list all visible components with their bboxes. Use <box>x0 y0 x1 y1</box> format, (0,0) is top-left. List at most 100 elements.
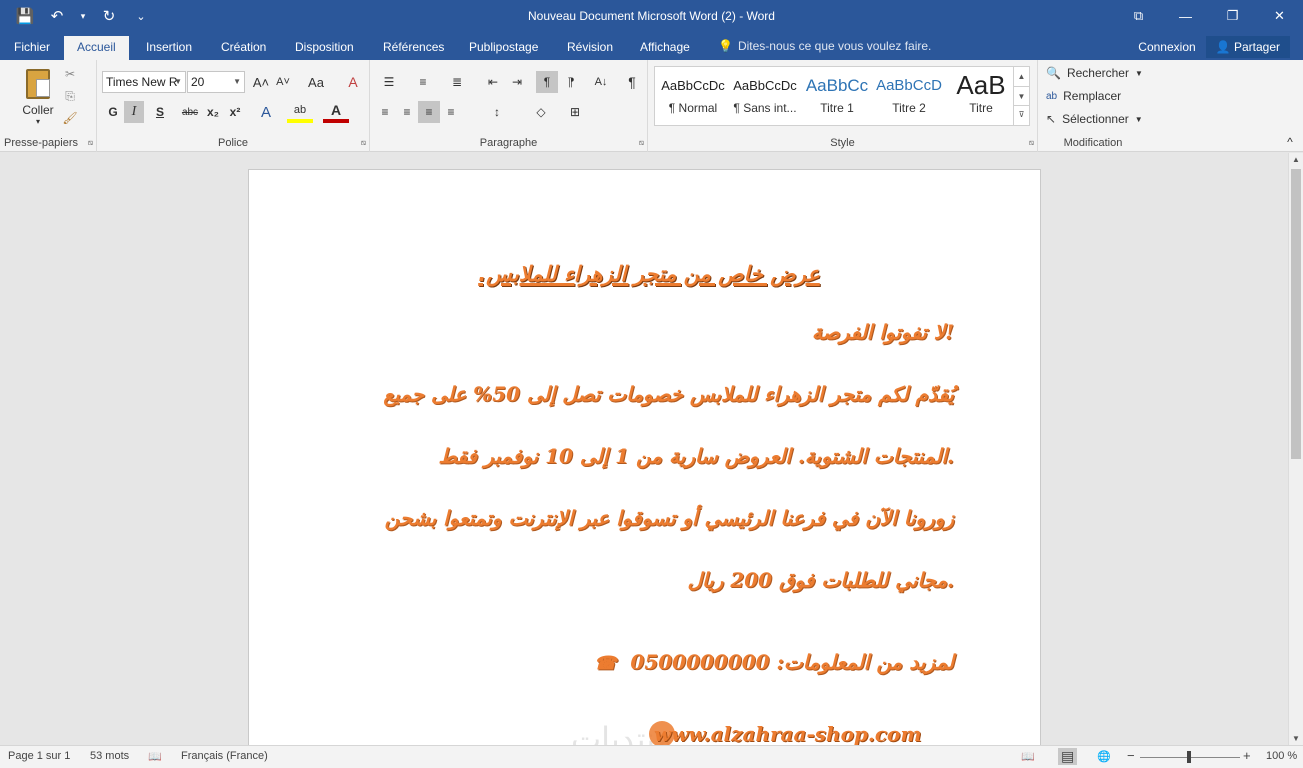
clipboard-group: Coller ▾ ✂ ⎘ 🖌 Presse-papiers ⧅ <box>0 60 97 152</box>
clear-formatting-icon[interactable]: A <box>343 71 363 93</box>
zoom-level[interactable]: 100 % <box>1266 750 1297 762</box>
search-icon: 🔍 <box>1046 66 1061 80</box>
cut-icon[interactable]: ✂ <box>60 64 80 84</box>
tab-revision[interactable]: Révision <box>565 38 615 60</box>
page-count[interactable]: Page 1 sur 1 <box>8 750 70 762</box>
tab-affichage[interactable]: Affichage <box>638 38 692 60</box>
style-heading-1[interactable]: AaBbCc Titre 1 <box>801 69 873 123</box>
style-no-spacing[interactable]: AaBbCcDc ¶ Sans int... <box>729 69 801 123</box>
align-left-icon[interactable]: ≡ <box>374 101 396 123</box>
style-name: ¶ Sans int... <box>733 101 797 115</box>
style-normal[interactable]: AaBbCcDc ¶ Normal <box>657 69 729 123</box>
paste-arrow-icon: ▾ <box>35 116 40 126</box>
tab-creation[interactable]: Création <box>219 38 268 60</box>
numbering-icon[interactable]: ≡ <box>408 71 438 93</box>
document-line: يُقدّم لكم متجر الزهراء للملابس خصومات ت… <box>383 382 954 406</box>
collapse-ribbon-icon[interactable]: ^ <box>1282 134 1298 150</box>
decrease-indent-icon[interactable]: ⇤ <box>482 71 504 93</box>
multilevel-list-icon[interactable]: ≣ <box>442 71 472 93</box>
styles-launcher-icon[interactable]: ⧅ <box>1029 138 1034 148</box>
copy-icon[interactable]: ⎘ <box>60 86 80 106</box>
align-center-icon[interactable]: ≡ <box>396 101 418 123</box>
underline-icon[interactable]: S <box>147 101 173 123</box>
style-name: ¶ Normal <box>668 101 718 115</box>
zoom-slider-thumb[interactable] <box>1187 751 1191 763</box>
proofing-icon[interactable]: 📖 <box>148 750 162 763</box>
grow-font-icon[interactable]: A˄ <box>251 71 271 93</box>
rtl-direction-icon[interactable]: ¶ <box>560 71 582 93</box>
tab-disposition[interactable]: Disposition <box>293 38 356 60</box>
ribbon-display-options-icon[interactable]: ⧉ <box>1115 0 1162 32</box>
replace-button[interactable]: ab Remplacer <box>1046 89 1121 103</box>
paragraph-launcher-icon[interactable]: ⧅ <box>639 138 644 148</box>
scroll-down-icon[interactable]: ▼ <box>1292 734 1300 743</box>
gallery-down-icon[interactable]: ▼ <box>1014 86 1029 105</box>
document-line: زورونا الآن في فرعنا الرئيسي أو تسوقوا ع… <box>384 506 954 530</box>
find-button[interactable]: 🔍 Rechercher ▼ <box>1046 66 1143 80</box>
zoom-in-icon[interactable]: + <box>1243 748 1251 763</box>
tab-accueil[interactable]: Accueil <box>64 36 129 60</box>
font-color-icon[interactable]: A <box>323 101 349 123</box>
signin-link[interactable]: Connexion <box>1138 36 1195 58</box>
minimize-icon[interactable]: — <box>1162 0 1209 32</box>
document-heading: عرض خاص من متجر الزهراء للملابس. <box>478 262 820 286</box>
lightbulb-icon: 💡 <box>718 39 733 53</box>
highlight-icon[interactable]: ab <box>287 101 313 123</box>
cursor-icon: ↖ <box>1046 112 1057 126</box>
paste-button[interactable]: Coller ▾ <box>18 66 58 128</box>
read-mode-icon[interactable]: 📖 <box>1021 750 1035 763</box>
font-launcher-icon[interactable]: ⧅ <box>361 138 366 148</box>
show-marks-icon[interactable]: ¶ <box>622 71 642 93</box>
increase-indent-icon[interactable]: ⇥ <box>506 71 528 93</box>
tab-fichier[interactable]: Fichier <box>12 38 52 60</box>
print-layout-icon[interactable]: ▤ <box>1058 748 1078 765</box>
style-heading-2[interactable]: AaBbCcD Titre 2 <box>873 69 945 123</box>
sort-icon[interactable]: A↓ <box>590 71 612 93</box>
styles-gallery-scroll: ▲ ▼ ⊽ <box>1013 67 1029 125</box>
line-spacing-icon[interactable]: ↕ <box>482 101 512 123</box>
borders-icon[interactable]: ⊞ <box>560 101 590 123</box>
contact-line: لمزيد من المعلومات: 0500000000 ☎ <box>594 650 954 674</box>
language-indicator[interactable]: Français (France) <box>181 750 268 762</box>
subscript-icon[interactable]: x₂ <box>203 101 223 123</box>
change-case-icon[interactable]: Aa <box>301 71 331 93</box>
document-page[interactable]: عرض خاص من متجر الزهراء للملابس. !لا تفو… <box>248 169 1041 745</box>
bullets-icon[interactable]: ☰ <box>374 71 404 93</box>
shading-icon[interactable]: ◇ <box>526 101 556 123</box>
align-right-icon[interactable]: ≡ <box>418 101 440 123</box>
font-size-combo[interactable]: 20 ▼ <box>187 71 245 93</box>
maximize-icon[interactable]: ❐ <box>1209 0 1256 32</box>
select-button[interactable]: ↖ Sélectionner ▼ <box>1046 112 1143 126</box>
ltr-direction-icon[interactable]: ¶ <box>536 71 558 93</box>
italic-icon[interactable]: I <box>124 101 144 123</box>
style-title[interactable]: AaB Titre <box>945 69 1017 123</box>
scroll-thumb[interactable] <box>1291 169 1301 459</box>
shrink-font-icon[interactable]: A˅ <box>273 71 293 93</box>
strikethrough-icon[interactable]: abc <box>179 101 201 123</box>
superscript-icon[interactable]: x² <box>225 101 245 123</box>
share-button[interactable]: 👤 Partager <box>1205 36 1290 58</box>
vertical-scrollbar[interactable]: ▲ ▼ <box>1288 153 1303 745</box>
web-layout-icon[interactable]: 🌐 <box>1097 750 1111 763</box>
tell-me-search[interactable]: 💡 Dites-nous ce que vous voulez faire. <box>718 39 931 53</box>
tab-insertion[interactable]: Insertion <box>144 38 194 60</box>
font-name-value: Times New R <box>106 75 178 89</box>
word-count[interactable]: 53 mots <box>90 750 129 762</box>
gallery-more-icon[interactable]: ⊽ <box>1014 105 1029 123</box>
tab-references[interactable]: Références <box>381 38 446 60</box>
gallery-up-icon[interactable]: ▲ <box>1014 67 1029 86</box>
clipboard-launcher-icon[interactable]: ⧅ <box>88 138 93 148</box>
style-name: Titre 2 <box>892 101 926 115</box>
person-icon: 👤 <box>1215 40 1231 54</box>
justify-icon[interactable]: ≡ <box>440 101 462 123</box>
tab-publipostage[interactable]: Publipostage <box>467 38 540 60</box>
zoom-out-icon[interactable]: − <box>1127 748 1135 763</box>
scroll-up-icon[interactable]: ▲ <box>1292 155 1300 164</box>
text-effects-icon[interactable]: A <box>253 101 279 123</box>
clipboard-group-label: Presse-papiers <box>4 137 78 149</box>
title-bar: 💾 ↶ ▾ ↻ ⌄ Nouveau Document Microsoft Wor… <box>0 0 1303 34</box>
bold-icon[interactable]: G <box>103 101 123 123</box>
format-painter-icon[interactable]: 🖌 <box>60 108 80 128</box>
font-name-combo[interactable]: Times New R ▼ <box>102 71 186 93</box>
close-icon[interactable]: ✕ <box>1256 0 1303 32</box>
